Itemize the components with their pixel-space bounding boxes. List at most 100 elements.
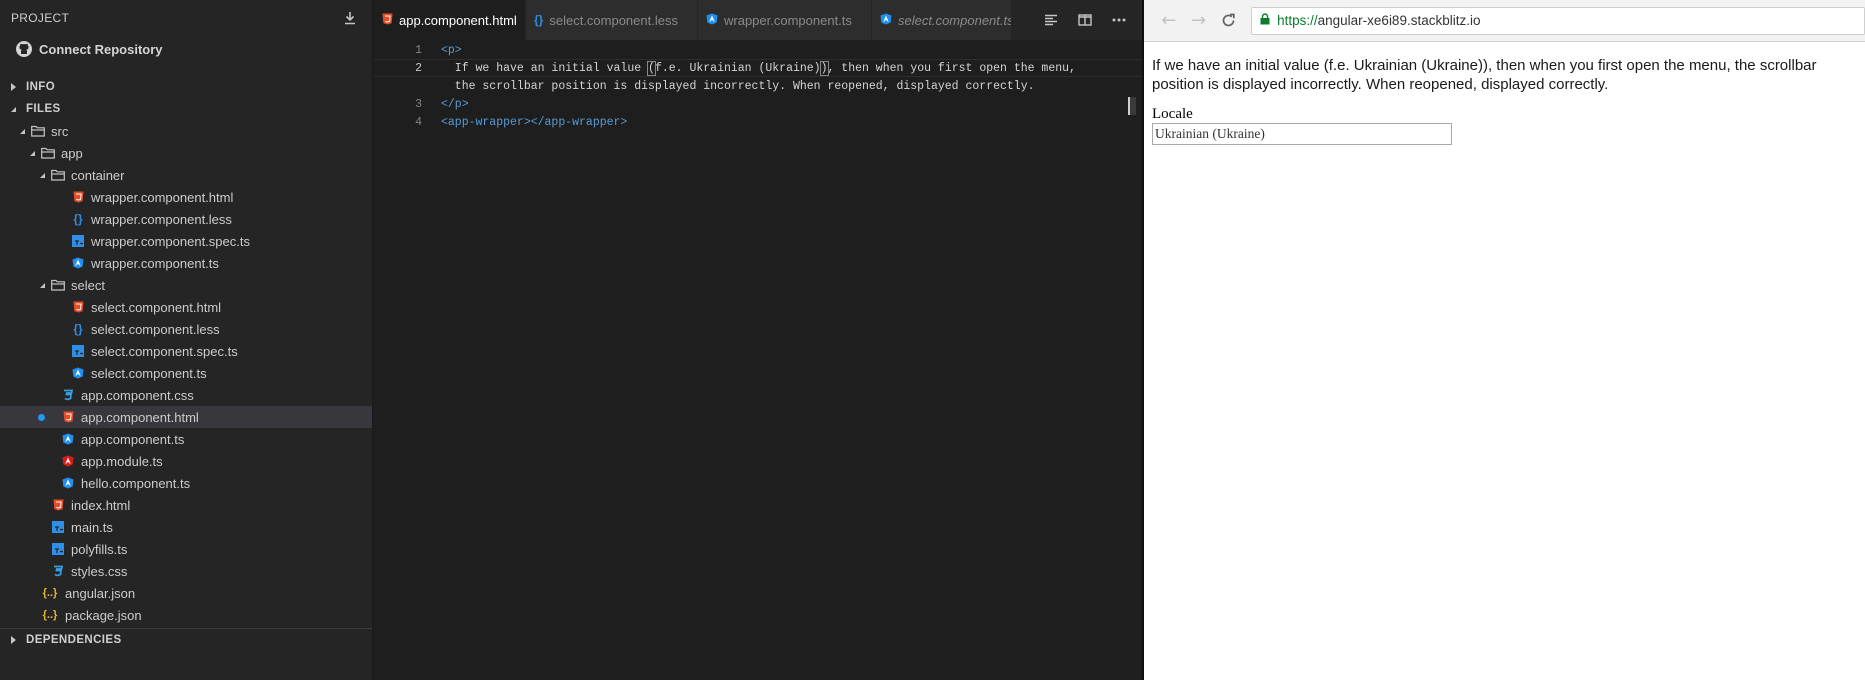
forward-arrow-icon[interactable]: → [1184,6,1214,36]
braces-icon: {} [534,13,544,27]
locale-select-input[interactable]: Ukrainian (Ukraine) [1152,123,1452,145]
tree-file-app-component-css[interactable]: app.component.css [0,384,372,406]
json-braces-icon: {..} [42,609,58,621]
tab-label: select.component.ts [898,12,1012,28]
file-tree: src app container wrapper.component.html {} w… [0,120,372,626]
back-arrow-icon[interactable]: ← [1154,6,1184,36]
tree-item-label: styles.css [71,563,128,579]
download-icon[interactable] [340,8,360,28]
tree-file-hello-component-ts[interactable]: hello.component.ts [0,472,372,494]
typescript-icon [51,520,65,534]
url-text: https://angular-xe6i89.stackblitz.io [1277,13,1481,28]
tree-folder-container[interactable]: container [0,164,372,186]
tree-item-label: select [71,277,105,293]
github-icon [16,41,32,57]
tree-file-select-component-ts[interactable]: select.component.ts [0,362,372,384]
tree-item-label: app.component.ts [81,431,185,447]
format-document-icon[interactable] [1034,0,1068,40]
tree-file-select-component-less[interactable]: {} select.component.less [0,318,372,340]
tree-item-label: wrapper.component.spec.ts [91,233,250,249]
tab-select-component-less[interactable]: {} select.component.less [526,0,698,40]
files-section-header[interactable]: FILES [0,98,372,120]
split-editor-icon[interactable] [1068,0,1102,40]
folder-open-icon [31,124,45,138]
tab-select-component-ts[interactable]: select.component.ts [872,0,1012,40]
typescript-icon [71,344,85,358]
caret-down-icon [37,170,47,180]
code-text: If we have an initial value (f.e. Ukrain… [441,60,1076,76]
code-line-current: 2 If we have an initial value (f.e. Ukra… [374,59,1142,77]
angular-icon [61,454,75,468]
code-text: <p> [441,43,462,57]
project-title: PROJECT [11,11,70,25]
more-actions-icon[interactable] [1102,0,1136,40]
braces-icon: {} [73,212,83,226]
locale-label: Locale [1152,106,1193,122]
sidebar-header: PROJECT [0,0,372,36]
folder-open-icon [51,168,65,182]
tree-file-app-component-html[interactable]: app.component.html [0,406,372,428]
tree-item-label: select.component.spec.ts [91,343,238,359]
tree-file-index-html[interactable]: index.html [0,494,372,516]
info-section-header[interactable]: INFO [0,76,372,98]
caret-down-icon [8,104,18,114]
tree-file-wrapper-component-ts[interactable]: wrapper.component.ts [0,252,372,274]
dependencies-section-label: DEPENDENCIES [26,634,122,646]
matched-bracket: ) [819,60,829,76]
dependencies-section-header[interactable]: DEPENDENCIES [0,629,372,651]
code-line: 3 </p> [374,95,1142,113]
css3-icon [51,564,65,578]
editor-actions [1028,0,1142,40]
code-text: <app-wrapper></app-wrapper> [441,115,628,129]
caret-right-icon [8,635,18,645]
tree-file-app-module-ts[interactable]: app.module.ts [0,450,372,472]
tree-file-styles-css[interactable]: styles.css [0,560,372,582]
tree-file-wrapper-component-spec-ts[interactable]: wrapper.component.spec.ts [0,230,372,252]
tab-app-component-html[interactable]: app.component.html [374,0,526,40]
info-section-label: INFO [26,81,56,93]
caret-right-icon [8,82,18,92]
tree-file-angular-json[interactable]: {..} angular.json [0,582,372,604]
file-explorer-sidebar: PROJECT Connect Repository INFO FILES sr… [0,0,373,680]
angular-icon [880,13,892,28]
tree-file-app-component-ts[interactable]: app.component.ts [0,428,372,450]
matched-bracket: ( [647,60,656,76]
connect-repository-button[interactable]: Connect Repository [0,36,372,62]
tab-label: app.component.html [399,12,517,28]
tree-folder-src[interactable]: src [0,120,372,142]
tree-item-label: src [51,123,69,139]
connect-repository-label: Connect Repository [39,41,163,57]
tree-item-label: select.component.ts [91,365,207,381]
tab-label: wrapper.component.ts [724,12,852,28]
typescript-icon [51,542,65,556]
tree-item-label: select.component.less [91,321,220,337]
description-paragraph: If we have an initial value (f.e. Ukrain… [1152,57,1817,93]
html5-icon [51,498,65,512]
tree-file-polyfills-ts[interactable]: polyfills.ts [0,538,372,560]
braces-icon: {} [73,322,83,336]
tree-item-label: index.html [71,497,131,513]
tree-file-wrapper-component-less[interactable]: {} wrapper.component.less [0,208,372,230]
tree-item-label: main.ts [71,519,113,535]
code-text: </p> [441,97,469,111]
tree-file-package-json[interactable]: {..} package.json [0,604,372,626]
tree-folder-app[interactable]: app [0,142,372,164]
url-bar[interactable]: https://angular-xe6i89.stackblitz.io [1251,6,1865,35]
tree-file-select-component-spec-ts[interactable]: select.component.spec.ts [0,340,372,362]
tree-file-main-ts[interactable]: main.ts [0,516,372,538]
tree-item-label: hello.component.ts [81,475,191,491]
angular-icon [61,476,75,490]
tab-wrapper-component-ts[interactable]: wrapper.component.ts [698,0,872,40]
tree-item-label: app [61,145,83,161]
tree-file-select-component-html[interactable]: select.component.html [0,296,372,318]
line-number: 1 [415,43,422,57]
tree-file-wrapper-component-html[interactable]: wrapper.component.html [0,186,372,208]
code-area[interactable]: 1 <p> 2 If we have an initial value (f.e… [374,41,1142,131]
tree-item-label: app.component.css [81,387,194,403]
folder-open-icon [51,278,65,292]
tree-item-label: wrapper.component.html [91,189,234,205]
editor-scrollbar-thumb[interactable] [1128,97,1136,115]
tree-item-label: wrapper.component.less [91,211,232,227]
reload-icon[interactable] [1213,6,1243,36]
tree-folder-select[interactable]: select [0,274,372,296]
